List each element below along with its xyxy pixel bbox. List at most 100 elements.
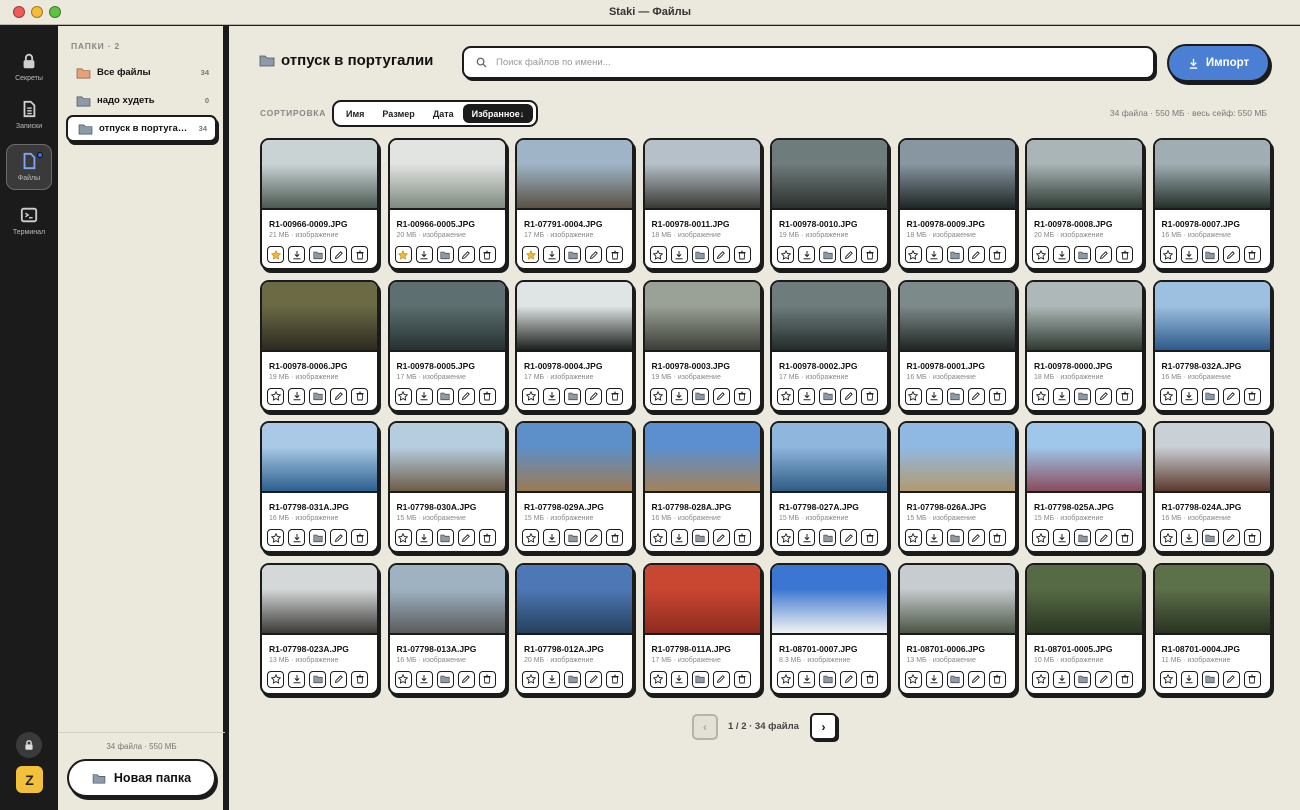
file-card[interactable]: R1-07798-025A.JPG 15 МБ · изображение — [1025, 421, 1144, 553]
favorite-button[interactable] — [649, 529, 667, 546]
delete-button[interactable] — [1243, 670, 1261, 688]
delete-button[interactable] — [478, 529, 496, 546]
rename-button[interactable] — [457, 387, 475, 405]
delete-button[interactable] — [478, 246, 496, 263]
file-card[interactable]: R1-08701-0007.JPG 8.3 МБ · изображение — [770, 562, 889, 695]
rename-button[interactable] — [967, 670, 985, 688]
file-thumbnail[interactable] — [899, 564, 1015, 635]
file-card[interactable]: R1-00978-0001.JPG 16 МБ · изображение — [897, 279, 1017, 412]
favorite-button[interactable] — [394, 529, 412, 546]
move-button[interactable] — [691, 387, 709, 405]
download-button[interactable] — [288, 529, 305, 546]
file-card[interactable]: R1-07798-028A.JPG 16 МБ · изображение — [642, 421, 762, 553]
file-card[interactable]: R1-00978-0008.JPG 20 МБ · изображение — [1025, 138, 1144, 270]
file-thumbnail[interactable] — [644, 140, 760, 210]
new-folder-button[interactable]: Новая папка — [67, 759, 216, 797]
file-thumbnail[interactable] — [772, 140, 887, 210]
file-card[interactable]: R1-08701-0006.JPG 13 МБ · изображение — [897, 562, 1017, 695]
move-button[interactable] — [436, 529, 454, 546]
move-button[interactable] — [819, 387, 836, 405]
file-card[interactable]: R1-00978-0009.JPG 18 МБ · изображение — [897, 138, 1017, 270]
delete-button[interactable] — [351, 670, 368, 688]
file-thumbnail[interactable] — [1154, 281, 1270, 352]
file-card[interactable]: R1-07791-0004.JPG 17 МБ · изображение — [515, 138, 634, 270]
move-button[interactable] — [436, 387, 454, 405]
file-thumbnail[interactable] — [389, 281, 505, 352]
download-button[interactable] — [798, 670, 815, 688]
file-card[interactable]: R1-07798-031A.JPG 16 МБ · изображение — [260, 421, 379, 553]
delete-button[interactable] — [1243, 387, 1261, 405]
favorite-button[interactable] — [267, 670, 284, 688]
file-thumbnail[interactable] — [389, 564, 505, 635]
download-button[interactable] — [543, 670, 560, 688]
download-button[interactable] — [925, 670, 943, 688]
move-button[interactable] — [564, 246, 581, 263]
move-button[interactable] — [819, 529, 836, 546]
move-button[interactable] — [1201, 670, 1219, 688]
download-button[interactable] — [288, 387, 305, 405]
rename-button[interactable] — [457, 246, 475, 263]
delete-button[interactable] — [351, 246, 368, 263]
download-button[interactable] — [925, 387, 943, 405]
rename-button[interactable] — [712, 246, 730, 263]
folder-item-nado-hudet[interactable]: надо худеть 0 — [66, 87, 217, 114]
move-button[interactable] — [436, 670, 454, 688]
favorite-button[interactable] — [1159, 670, 1177, 688]
rename-button[interactable] — [1222, 529, 1240, 546]
file-card[interactable]: R1-00978-0010.JPG 19 МБ · изображение — [770, 138, 889, 270]
download-button[interactable] — [543, 246, 560, 263]
favorite-button[interactable] — [522, 529, 539, 546]
move-button[interactable] — [1201, 529, 1219, 546]
prev-page-button[interactable]: ‹ — [692, 714, 718, 740]
file-card[interactable]: R1-00978-0007.JPG 16 МБ · изображение — [1152, 138, 1272, 270]
favorite-button[interactable] — [394, 670, 412, 688]
delete-button[interactable] — [606, 387, 623, 405]
favorite-button[interactable] — [1159, 529, 1177, 546]
file-thumbnail[interactable] — [772, 564, 887, 635]
delete-button[interactable] — [478, 387, 496, 405]
move-button[interactable] — [1201, 387, 1219, 405]
rail-item-secrets[interactable]: Секреты — [6, 44, 52, 90]
download-button[interactable] — [415, 387, 433, 405]
download-button[interactable] — [670, 246, 688, 263]
avatar[interactable]: Z — [16, 766, 43, 793]
file-thumbnail[interactable] — [644, 564, 760, 635]
move-button[interactable] — [946, 670, 964, 688]
file-thumbnail[interactable] — [389, 423, 505, 493]
delete-button[interactable] — [606, 529, 623, 546]
file-card[interactable]: R1-07798-023A.JPG 13 МБ · изображение — [260, 562, 379, 695]
file-thumbnail[interactable] — [1027, 281, 1142, 352]
move-button[interactable] — [691, 670, 709, 688]
favorite-button[interactable] — [267, 387, 284, 405]
import-button[interactable]: Импорт — [1167, 44, 1270, 82]
rename-button[interactable] — [330, 529, 347, 546]
file-card[interactable]: R1-08701-0005.JPG 10 МБ · изображение — [1025, 562, 1144, 695]
favorite-button[interactable] — [649, 387, 667, 405]
file-thumbnail[interactable] — [1027, 564, 1142, 635]
favorite-button[interactable] — [394, 246, 412, 263]
delete-button[interactable] — [1116, 246, 1133, 263]
download-button[interactable] — [415, 246, 433, 263]
file-thumbnail[interactable] — [517, 423, 632, 493]
file-card[interactable]: R1-07798-024A.JPG 16 МБ · изображение — [1152, 421, 1272, 553]
file-card[interactable]: R1-00966-0005.JPG 20 МБ · изображение — [387, 138, 507, 270]
favorite-button[interactable] — [1032, 387, 1049, 405]
download-button[interactable] — [1053, 387, 1070, 405]
move-button[interactable] — [564, 670, 581, 688]
rename-button[interactable] — [967, 387, 985, 405]
move-button[interactable] — [691, 529, 709, 546]
rename-button[interactable] — [1222, 670, 1240, 688]
rename-button[interactable] — [967, 246, 985, 263]
move-button[interactable] — [564, 387, 581, 405]
sort-by-size-button[interactable]: Размер — [373, 104, 423, 123]
download-button[interactable] — [1180, 246, 1198, 263]
delete-button[interactable] — [351, 529, 368, 546]
move-button[interactable] — [691, 246, 709, 263]
favorite-button[interactable] — [1159, 387, 1177, 405]
file-thumbnail[interactable] — [899, 140, 1015, 210]
file-thumbnail[interactable] — [644, 281, 760, 352]
file-thumbnail[interactable] — [644, 423, 760, 493]
download-button[interactable] — [543, 529, 560, 546]
favorite-button[interactable] — [904, 387, 922, 405]
file-thumbnail[interactable] — [1154, 564, 1270, 635]
